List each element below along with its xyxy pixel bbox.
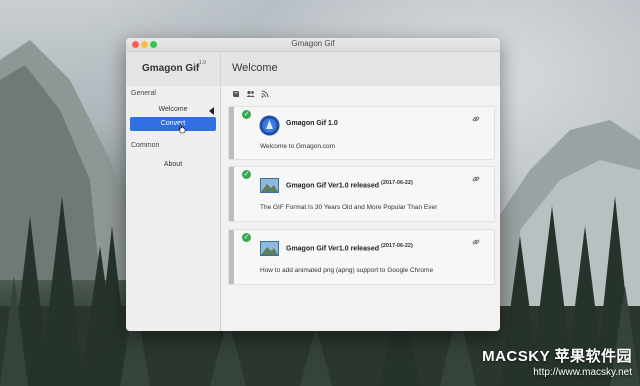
sidebar-group-general: General [131, 90, 156, 97]
sidebar-item-label: Welcome [158, 106, 188, 113]
book-icon[interactable] [232, 90, 240, 98]
card-accent-bar [229, 230, 234, 284]
card-title: Gmagon Gif Ver1.0 released (2017-06-22) [286, 180, 413, 189]
card-title-text: Gmagon Gif Ver1.0 released [286, 245, 379, 253]
link-icon[interactable] [472, 175, 480, 183]
sidebar-item-convert[interactable]: Convert [130, 117, 216, 134]
photo-icon [260, 241, 279, 256]
news-card[interactable]: ✓ Gmagon Gif Ver1.0 released (2017-06-22)… [228, 166, 495, 222]
news-card[interactable]: ✓ Gmagon Gif Ver1.0 released (2017-06-22)… [228, 229, 495, 285]
link-icon[interactable] [472, 238, 480, 246]
card-date: (2017-06-22) [381, 243, 413, 249]
selection-caret-icon [209, 107, 214, 115]
sidebar-item-label: About [163, 161, 183, 168]
check-icon: ✓ [242, 233, 251, 242]
page-title: Welcome [232, 62, 278, 74]
watermark-brand: MACSKY 苹果软件园 [482, 348, 632, 365]
card-text: The GIF Format Is 30 Years Old and More … [260, 204, 438, 211]
titlebar: Gmagon Gif [126, 38, 500, 52]
card-accent-bar [229, 167, 234, 221]
app-name: Gmagon Gif [142, 63, 200, 74]
card-text: Welcome to Gmagon.com [260, 143, 336, 150]
card-date: (2017-06-22) [381, 180, 413, 186]
app-version: 1.0 [199, 60, 206, 66]
card-title: Gmagon Gif Ver1.0 released (2017-06-22) [286, 243, 413, 252]
header-divider [220, 52, 221, 86]
card-text: How to add animated png (apng) support t… [260, 267, 434, 274]
news-card[interactable]: ✓ Gmagon Gif 1.0 Welcome to Gmagon.com [228, 106, 495, 160]
toolbar [221, 86, 500, 104]
users-icon[interactable] [246, 90, 255, 98]
rss-icon[interactable] [261, 90, 269, 98]
app-logo-icon [259, 115, 280, 136]
card-title: Gmagon Gif 1.0 [286, 120, 338, 127]
link-icon[interactable] [472, 115, 480, 123]
watermark-url: http://www.macsky.net [533, 367, 632, 378]
sidebar-item-about[interactable]: About [130, 158, 216, 172]
sidebar-group-common: Common [131, 142, 160, 149]
card-title-text: Gmagon Gif Ver1.0 released [286, 182, 379, 190]
app-window: Gmagon Gif Gmagon Gif 1.0 Welcome Genera… [126, 38, 500, 331]
main-content: ✓ Gmagon Gif 1.0 Welcome to Gmagon.com ✓ [221, 86, 500, 331]
sidebar-item-welcome[interactable]: Welcome [130, 103, 216, 117]
check-icon: ✓ [242, 170, 251, 179]
card-accent-bar [229, 107, 234, 159]
window-title: Gmagon Gif [291, 39, 335, 48]
check-icon: ✓ [242, 110, 251, 119]
photo-icon [260, 178, 279, 193]
sidebar: General Welcome Convert Common About [126, 86, 221, 331]
watermark: MACSKY 苹果软件园 http://www.macsky.net [482, 345, 632, 378]
hand-cursor-icon [178, 123, 186, 134]
app-header: Gmagon Gif 1.0 Welcome [126, 52, 500, 87]
card-title-text: Gmagon Gif 1.0 [286, 120, 338, 127]
